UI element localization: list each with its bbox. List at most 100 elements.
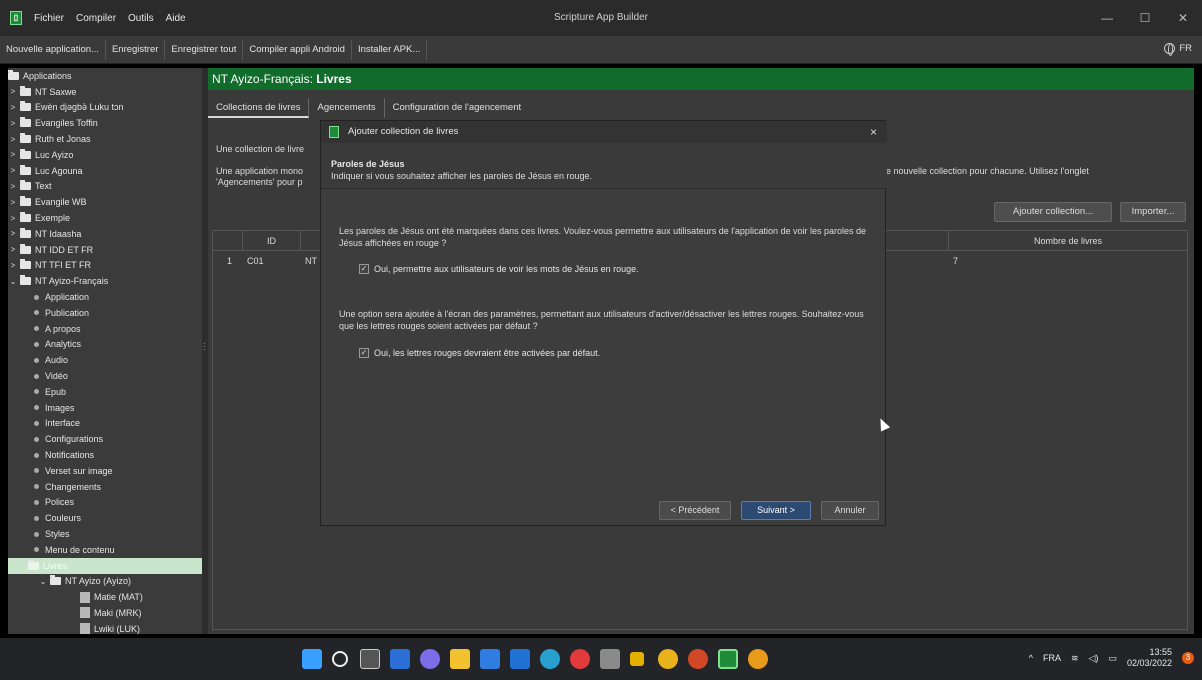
chevron-right-icon[interactable]: > [8, 245, 18, 254]
build-android-button[interactable]: Compiler appli Android [243, 39, 352, 60]
tray-language[interactable]: FRA [1043, 653, 1061, 663]
wifi-icon[interactable]: ≋ [1071, 653, 1079, 664]
tree-item[interactable]: > Ewèn djǝgbǝ̀ Luku tɔn [8, 100, 202, 116]
chevron-right-icon[interactable]: > [8, 261, 18, 270]
chevron-right-icon[interactable]: > [8, 150, 18, 159]
volume-icon[interactable]: ◁) [1089, 653, 1099, 664]
checkmark-icon[interactable]: ✓ [359, 264, 369, 274]
save-button[interactable]: Enregistrer [106, 39, 166, 60]
tree-subitem[interactable]: Styles [8, 526, 202, 542]
mail-icon[interactable] [510, 649, 530, 669]
tree-item-expanded[interactable]: ⌄ NT Ayizo-Français [8, 273, 202, 289]
tree-subitem[interactable]: Configurations [8, 431, 202, 447]
tree-book[interactable]: Maki (MRK) [8, 605, 202, 621]
tree-subitem[interactable]: A propos [8, 321, 202, 337]
search-icon[interactable] [332, 651, 348, 667]
table-cell-name[interactable]: NT [305, 253, 317, 269]
tree-subitem[interactable]: Epub [8, 384, 202, 400]
column-header-count[interactable]: Nombre de livres [949, 231, 1187, 251]
red-letters-default-checkbox[interactable]: ✓ Oui, les lettres rouges devraient être… [359, 348, 600, 358]
column-header-id[interactable]: ID [243, 231, 301, 251]
tree-item[interactable]: > NT Saxwe [8, 84, 202, 100]
menu-aide[interactable]: Aide [166, 13, 186, 24]
tree-subitem[interactable]: Analytics [8, 337, 202, 353]
table-cell-id[interactable]: C01 [247, 253, 264, 269]
next-button[interactable]: Suivant > [741, 501, 811, 520]
tree-item[interactable]: > Evangile WB [8, 194, 202, 210]
splitter-handle-icon[interactable]: · · · [203, 340, 206, 354]
chevron-right-icon[interactable]: > [8, 166, 18, 175]
tab-layout-config[interactable]: Configuration de l'agencement [385, 98, 530, 118]
import-button[interactable]: Importer... [1120, 202, 1186, 222]
table-cell-count[interactable]: 7 [953, 253, 958, 269]
tree-item[interactable]: > Luc Agouna [8, 163, 202, 179]
menu-outils[interactable]: Outils [128, 13, 154, 24]
powerpoint-icon[interactable] [688, 649, 708, 669]
tree-subitem[interactable]: Vidéo [8, 368, 202, 384]
tree-subitem[interactable]: Menu de contenu [8, 542, 202, 558]
tree-item[interactable]: > Evangiles Toffin [8, 115, 202, 131]
battery-icon[interactable]: ▭ [1108, 653, 1117, 664]
dialog-close-icon[interactable]: × [870, 121, 877, 143]
tree-subitem[interactable]: Notifications [8, 447, 202, 463]
chevron-right-icon[interactable]: > [8, 103, 18, 112]
windows-start-icon[interactable] [302, 649, 322, 669]
chrome-icon[interactable] [658, 649, 678, 669]
chevron-down-icon[interactable]: ⌄ [16, 561, 26, 570]
tree-book[interactable]: Matie (MAT) [8, 589, 202, 605]
scripture-app-builder-icon[interactable] [718, 649, 738, 669]
sidebar-tree[interactable]: Applications > NT Saxwe > Ewèn djǝgbǝ̀ Luk… [8, 68, 202, 634]
menu-compiler[interactable]: Compiler [76, 13, 116, 24]
chevron-right-icon[interactable]: > [8, 229, 18, 238]
chevron-down-icon[interactable]: ⌄ [8, 277, 18, 286]
chevron-up-icon[interactable]: ^ [1029, 653, 1033, 663]
previous-button[interactable]: < Précédent [659, 501, 731, 520]
tree-subitem[interactable]: Audio [8, 352, 202, 368]
tree-subitem[interactable]: Couleurs [8, 510, 202, 526]
tree-item[interactable]: > Ruth et Jonas [8, 131, 202, 147]
app-orange-icon[interactable] [748, 649, 768, 669]
save-all-button[interactable]: Enregistrer tout [165, 39, 244, 60]
tree-item[interactable]: > NT TFI ET FR [8, 258, 202, 274]
chevron-right-icon[interactable]: > [8, 198, 18, 207]
file-explorer-icon[interactable] [450, 649, 470, 669]
tree-item-livres[interactable]: ⌄ Livres [8, 557, 202, 574]
menu-fichier[interactable]: Fichier [34, 13, 64, 24]
chevron-right-icon[interactable]: > [8, 119, 18, 128]
clock[interactable]: 13:55 02/03/2022 [1127, 647, 1172, 669]
chevron-right-icon[interactable]: > [8, 182, 18, 191]
edge-browser-icon[interactable] [540, 649, 560, 669]
tree-item[interactable]: > Luc Ayizo [8, 147, 202, 163]
chevron-right-icon[interactable]: > [8, 214, 18, 223]
language-selector[interactable]: FR [1164, 43, 1192, 56]
notification-badge[interactable]: 3 [1182, 652, 1194, 664]
chevron-right-icon[interactable]: > [8, 135, 18, 144]
tab-layouts[interactable]: Agencements [309, 98, 385, 118]
tree-item[interactable]: > NT Idaasha [8, 226, 202, 242]
red-letters-permit-checkbox[interactable]: ✓ Oui, permettre aux utilisateurs de voi… [359, 264, 639, 274]
tree-book[interactable]: Lwiki (LUK) [8, 621, 202, 634]
task-view-icon[interactable] [360, 649, 380, 669]
tree-collection[interactable]: ⌄ NT Ayizo (Ayizo) [8, 574, 202, 590]
chevron-right-icon[interactable]: > [8, 87, 18, 96]
tree-subitem[interactable]: Verset sur image [8, 463, 202, 479]
tree-item[interactable]: > NT IDD ET FR [8, 242, 202, 258]
tree-item[interactable]: > Exemple [8, 210, 202, 226]
tree-root[interactable]: Applications [8, 68, 202, 84]
minimize-icon[interactable]: — [1088, 0, 1126, 36]
tab-book-collections[interactable]: Collections de livres [208, 98, 310, 118]
add-collection-button[interactable]: Ajouter collection... [994, 202, 1112, 222]
tree-item[interactable]: > Text [8, 179, 202, 195]
app-gray-icon[interactable] [600, 649, 620, 669]
teams-chat-icon[interactable] [420, 649, 440, 669]
widgets-icon[interactable] [390, 649, 410, 669]
store-icon[interactable] [480, 649, 500, 669]
chevron-down-icon[interactable]: ⌄ [38, 577, 48, 586]
install-apk-button[interactable]: Installer APK... [352, 39, 428, 60]
tree-subitem[interactable]: Application [8, 289, 202, 305]
cancel-button[interactable]: Annuler [821, 501, 879, 520]
tree-subitem[interactable]: Publication [8, 305, 202, 321]
checkmark-icon[interactable]: ✓ [359, 348, 369, 358]
maximize-icon[interactable]: ☐ [1126, 0, 1164, 36]
tree-subitem[interactable]: Interface [8, 416, 202, 432]
